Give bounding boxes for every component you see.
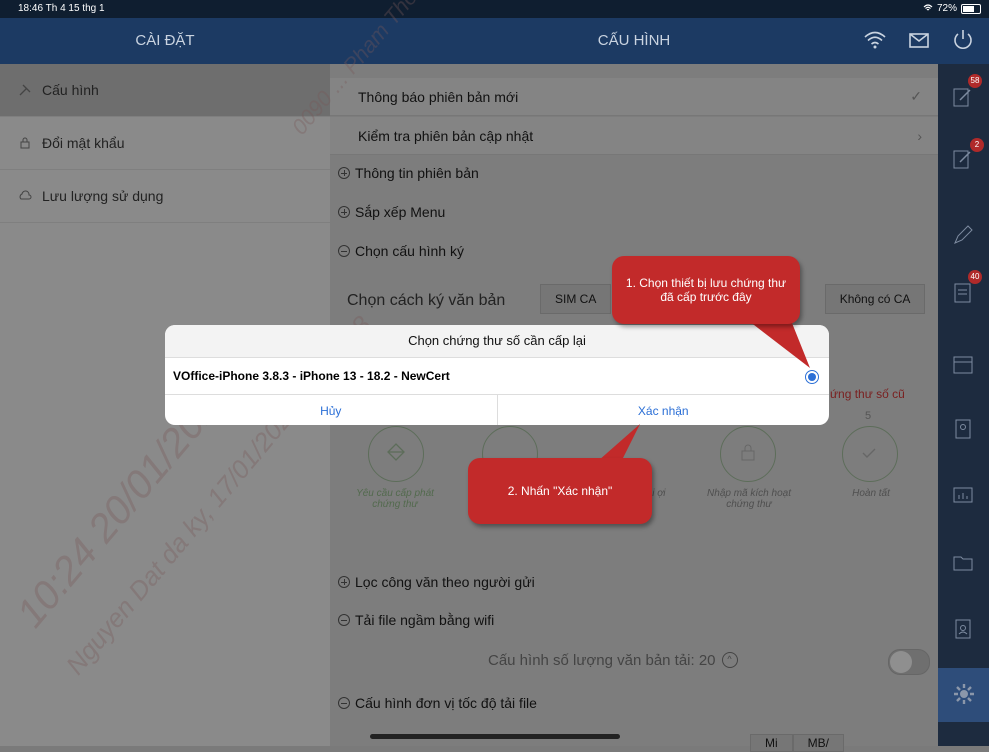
lock-step-icon (741, 444, 755, 461)
sidebar-item-change-password[interactable]: Đổi mật khẩu (0, 117, 330, 170)
cancel-button[interactable]: Hủy (165, 395, 497, 425)
sidebar-item-label: Cấu hình (42, 82, 99, 98)
step-label-request: Yêu cầu cấp phát chứng thư (356, 488, 434, 510)
edit-doc-icon[interactable] (950, 84, 976, 110)
settings-tab-active[interactable] (938, 668, 989, 722)
step-label-activate: Nhập mã kích hoạt chứng thư (707, 488, 791, 510)
expand-icon (338, 167, 350, 179)
badge-count: 40 (968, 270, 982, 284)
chevron-up-icon[interactable]: ^ (721, 652, 738, 668)
confirm-button[interactable]: Xác nhận (496, 395, 830, 425)
section-label: Cấu hình đơn vị tốc độ tải file (355, 695, 537, 711)
cert-hint-text: ứng thư số cũ (830, 387, 905, 401)
section-label: Thông tin phiên bản (355, 165, 479, 181)
home-indicator (370, 734, 620, 739)
status-right: 72% (923, 3, 981, 14)
sign-method-selector: SIM CA (540, 284, 612, 314)
sign-option-no-ca[interactable]: Không có CA (824, 284, 926, 314)
collapse-icon (338, 697, 350, 709)
wifi-download-toggle[interactable] (888, 649, 930, 675)
download-count-label: Cấu hình số lượng văn bản tải: 20 (488, 651, 716, 669)
wifi-icon[interactable] (863, 28, 887, 52)
contacts-icon[interactable] (950, 416, 976, 442)
sidebar-item-data-usage[interactable]: Lưu lượng sử dụng (0, 170, 330, 223)
wifi-status-icon (923, 4, 933, 11)
expand-icon (338, 206, 350, 218)
mail-icon[interactable] (907, 28, 931, 52)
collapse-icon (338, 614, 350, 626)
step-label-done: Hoàn tất (852, 488, 890, 499)
row-label: Thông báo phiên bản mới (358, 88, 519, 105)
section-label: Chọn cấu hình ký (355, 243, 464, 259)
certificate-option-label: VOffice-iPhone 3.8.3 - iPhone 13 - 18.2 … (173, 369, 450, 383)
nav-bar: CÀI ĐẶT CẤU HÌNH (0, 18, 989, 64)
section-label: Tải file ngầm bằng wifi (355, 612, 495, 628)
badge-count: 58 (968, 74, 982, 88)
section-label: Lọc công văn theo người gửi (355, 574, 535, 590)
dialog-title: Chọn chứng thư số cần cấp lại (165, 325, 829, 357)
chevron-right-icon: › (917, 127, 922, 144)
cloud-icon (19, 190, 32, 200)
pen-icon[interactable] (950, 222, 976, 248)
config-title: CẤU HÌNH (597, 32, 671, 49)
folder-icon[interactable] (950, 550, 976, 576)
callout-step-1: 1. Chọn thiết bị lưu chứng thư đã cấp tr… (612, 256, 800, 324)
select-certificate-dialog: Chọn chứng thư số cần cấp lại VOffice-iP… (165, 325, 829, 425)
collapse-icon (338, 245, 350, 257)
section-speed-unit[interactable]: Cấu hình đơn vị tốc độ tải file (330, 690, 938, 716)
sidebar-item-label: Lưu lượng sử dụng (42, 188, 164, 204)
row-new-version-notice[interactable]: Thông báo phiên bản mới ✓ (330, 78, 938, 116)
right-toolbar: 58 2 40 (938, 64, 989, 746)
gear-icon (954, 684, 974, 704)
calendar-icon[interactable] (950, 352, 976, 378)
report-icon[interactable] (950, 482, 976, 508)
nav-icons (863, 28, 975, 52)
status-time: 18:46 Th 4 15 thg 1 (18, 3, 105, 14)
sidebar-item-config[interactable]: Cấu hình (0, 64, 330, 117)
check-icon: ✓ (910, 88, 922, 104)
settings-title: CÀI ĐẶT (135, 32, 195, 49)
tools-icon (19, 84, 31, 96)
callout-step-2: 2. Nhấn "Xác nhận" (468, 458, 652, 524)
step-number: 5 (865, 410, 872, 422)
section-wifi-download[interactable]: Tải file ngầm bằng wifi (330, 607, 938, 633)
speed-option-1[interactable]: Mi (750, 734, 793, 752)
speed-option-2[interactable]: MB/ (792, 734, 845, 752)
check-step-icon (862, 448, 876, 458)
lock-icon (20, 137, 30, 149)
envelope-send-icon (387, 443, 405, 461)
sign-option-sim-ca[interactable]: SIM CA (540, 284, 612, 314)
download-count-config[interactable]: Cấu hình số lượng văn bản tải: 20 ^ (488, 646, 788, 674)
speed-unit-selector: Mi MB/ (750, 734, 845, 752)
certificate-option[interactable]: VOffice-iPhone 3.8.3 - iPhone 13 - 18.2 … (165, 357, 829, 394)
battery-icon (961, 3, 981, 14)
power-icon[interactable] (951, 28, 975, 52)
row-check-update[interactable]: Kiểm tra phiên bản cập nhật › (330, 117, 938, 155)
section-menu-order[interactable]: Sắp xếp Menu (330, 199, 938, 225)
badge-count: 2 (970, 138, 984, 152)
dialog-buttons: Hủy Xác nhận (165, 394, 829, 425)
sign-method-selector-right: n Không có CA (780, 284, 926, 314)
row-label: Kiểm tra phiên bản cập nhật (358, 127, 534, 144)
section-label: Sắp xếp Menu (355, 204, 446, 220)
section-version-info[interactable]: Thông tin phiên bản (330, 160, 938, 186)
sidebar-item-label: Đổi mật khẩu (42, 135, 125, 151)
battery-percent: 72% (936, 3, 957, 14)
status-bar: 18:46 Th 4 15 thg 1 72% (0, 0, 989, 18)
section-filter-by-sender[interactable]: Lọc công văn theo người gửi (330, 569, 938, 595)
expand-icon (338, 576, 350, 588)
document-icon[interactable] (950, 280, 976, 306)
radio-selected-icon[interactable] (805, 370, 819, 384)
contact-doc-icon[interactable] (950, 616, 976, 642)
